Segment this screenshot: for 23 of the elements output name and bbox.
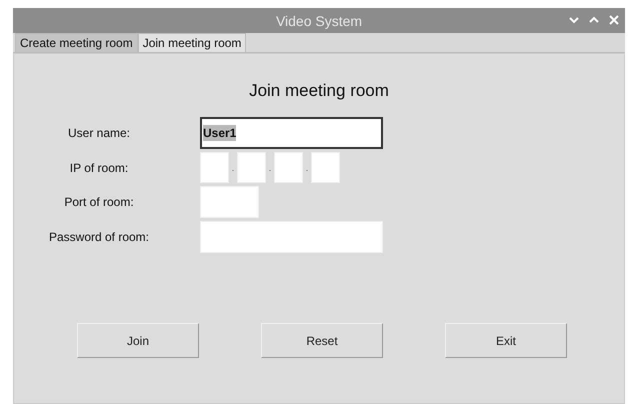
action-button[interactable]: Exit — [445, 323, 567, 358]
action-button[interactable]: Reset — [261, 323, 383, 358]
tab[interactable]: Create meeting room — [15, 33, 138, 52]
field-label: IP of room: — [68, 160, 130, 174]
input-field[interactable] — [200, 186, 259, 218]
input-field[interactable] — [274, 152, 303, 183]
field-label: Port of room: — [63, 195, 135, 209]
ip-separator: . — [304, 162, 310, 172]
input-field[interactable] — [237, 152, 266, 183]
tab[interactable]: Join meeting room — [138, 33, 246, 52]
ip-separator: . — [268, 162, 272, 172]
field-label: User name: — [66, 126, 132, 140]
input-field[interactable] — [200, 221, 383, 253]
ip-separator: . — [230, 162, 236, 172]
close-icon[interactable] — [607, 13, 621, 27]
input-field[interactable] — [200, 152, 229, 183]
input-field[interactable]: User1 — [200, 117, 383, 149]
action-button[interactable]: Join — [77, 323, 199, 358]
input-field[interactable] — [311, 152, 340, 183]
form-heading: Join meeting room — [248, 81, 390, 102]
window-title: Video System — [276, 12, 362, 28]
field-value: User1 — [203, 125, 236, 141]
field-label: Password of room: — [48, 230, 150, 244]
